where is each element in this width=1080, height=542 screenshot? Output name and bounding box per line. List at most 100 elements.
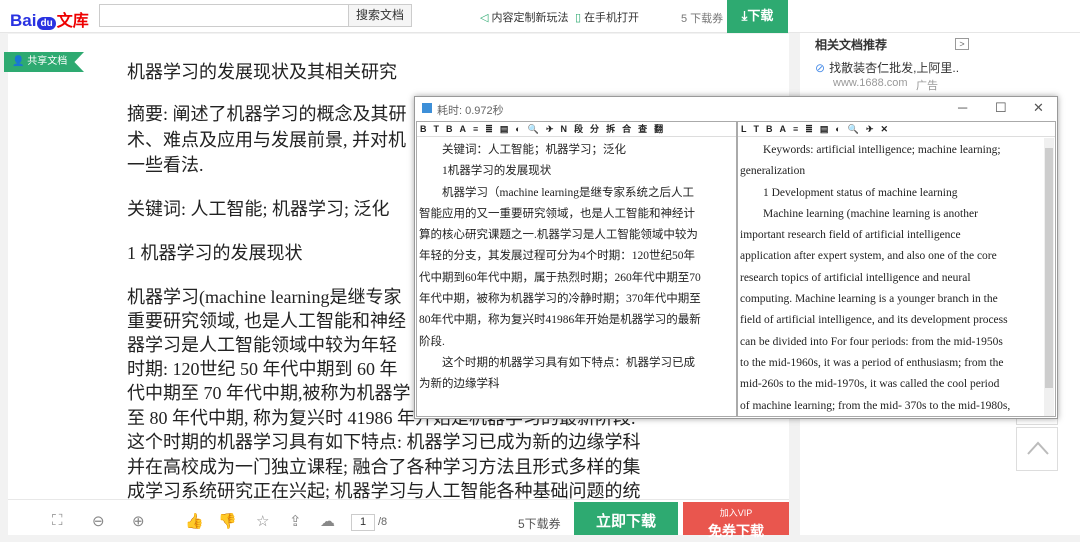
- source-line: 年代中期，被称为机器学习的冷静时期；370年代中期至: [419, 293, 701, 306]
- toolbar-button[interactable]: ≣: [485, 122, 493, 136]
- page-number-input[interactable]: 1: [351, 514, 375, 531]
- toolbar-button[interactable]: ◐: [515, 122, 520, 136]
- translation-line: Keywords: artificial intelligence; machi…: [740, 144, 1001, 156]
- collapse-icon[interactable]: >: [955, 38, 969, 50]
- thumbs-up-icon[interactable]: 👍: [185, 512, 204, 530]
- back-to-top-button[interactable]: [1016, 427, 1058, 471]
- translation-line: field of artificial intelligence, and it…: [740, 314, 1008, 327]
- toolbar-button[interactable]: B: [446, 122, 453, 136]
- source-line: 为新的边缘学科: [419, 378, 500, 391]
- doc-line: 术、难点及应用与发展前景, 并对机: [127, 130, 406, 150]
- doc-line: 1 机器学习的发展现状: [127, 243, 303, 263]
- toolbar-button[interactable]: L: [741, 122, 747, 136]
- toolbar-button[interactable]: ✈: [866, 122, 874, 136]
- toolbar-button[interactable]: 分: [590, 122, 599, 136]
- toolbar-button[interactable]: T: [434, 122, 440, 136]
- vip-download-button[interactable]: 加入VIP 免券下载: [683, 502, 789, 539]
- toolbar-button[interactable]: B: [420, 122, 427, 136]
- download-now-button[interactable]: 立即下载: [574, 502, 678, 535]
- chevron-up-icon: [1027, 441, 1049, 455]
- translation-line: mid-260s to the mid-1970s, it was called…: [740, 378, 1000, 391]
- open-on-phone-link[interactable]: ▯ 在手机打开: [575, 9, 639, 25]
- toolbar-button[interactable]: B: [766, 122, 773, 136]
- translation-line: Machine learning (machine learning is an…: [740, 207, 978, 220]
- source-pane[interactable]: B T B A ≡ ≣ ▤ ◐ 🔍 ✈ N 段分拆合查翻 关键词：人工智能；机器学习；泛化 1机器学习…: [416, 121, 737, 417]
- toolbar-button[interactable]: 查: [638, 122, 647, 136]
- translation-text: Keywords: artificial intelligence; machi…: [740, 140, 1011, 416]
- zoom-out-icon[interactable]: ⊖: [92, 512, 105, 530]
- toolbar-button[interactable]: ▤: [500, 122, 509, 136]
- translation-line: application after expert system, and als…: [740, 250, 997, 263]
- download-button[interactable]: ⤓下载: [727, 0, 788, 33]
- custom-content-link[interactable]: ◁ 内容定制新玩法: [480, 9, 568, 25]
- toolbar-button[interactable]: 拆: [606, 122, 615, 136]
- toolbar-button[interactable]: A: [780, 122, 787, 136]
- ad-link[interactable]: ⊘ 找散装杏仁批发,上阿里..: [815, 59, 959, 76]
- source-toolbar: B T B A ≡ ≣ ▤ ◐ 🔍 ✈ N 段分拆合查翻: [417, 122, 736, 137]
- doc-line: 重要研究领域, 也是人工智能和神经: [127, 311, 406, 331]
- toolbar-button[interactable]: ◐: [835, 122, 840, 136]
- star-icon[interactable]: ☆: [256, 512, 269, 530]
- source-line: 机器学习（machine learning是继专家系统之后人工: [419, 186, 695, 199]
- toolbar-button[interactable]: ≡: [473, 122, 478, 136]
- translation-line: to the mid-1960s, it was a period of ent…: [740, 356, 1004, 369]
- toolbar-button[interactable]: 🔍: [528, 122, 539, 136]
- cloud-icon[interactable]: ☁: [320, 512, 335, 530]
- toolbar-button[interactable]: T: [754, 122, 760, 136]
- coupon-count: 5 下载券: [681, 13, 724, 25]
- source-text: 关键词：人工智能；机器学习；泛化 1机器学习的发展现状 机器学习（machine…: [419, 140, 701, 396]
- ad-tag: 广告: [916, 80, 938, 92]
- doc-line: 机器学习(machine learning是继专家: [127, 287, 402, 307]
- source-line: 年轻的分支，其发展过程可分为4个时期：120世纪50年: [419, 250, 695, 263]
- translator-window: 耗时: 0.972秒 ─ ☐ ✕ B T B A ≡ ≣ ▤ ◐ 🔍 ✈ N 段分拆合查翻 关键词：人…: [414, 96, 1058, 419]
- translation-line: important research field of artificial i…: [740, 229, 961, 242]
- toolbar-button[interactable]: N: [561, 122, 568, 136]
- source-line: 代中期到60年代中期，属于热烈时期；260年代中期至70: [419, 271, 701, 284]
- thumbs-down-icon[interactable]: 👎: [218, 512, 237, 530]
- doc-title: 机器学习的发展现状及其相关研究: [127, 62, 397, 82]
- translation-line: of machine learning; from the mid- 370s …: [740, 399, 1011, 412]
- source-line: 1机器学习的发展现状: [419, 165, 552, 178]
- source-line: 阶段.: [419, 335, 445, 348]
- source-line: 智能应用的又一重要研究领域，也是人工智能和神经计: [419, 207, 695, 220]
- toolbar-button[interactable]: 段: [574, 122, 583, 136]
- fullscreen-icon[interactable]: ⛶: [52, 512, 63, 529]
- zoom-in-icon[interactable]: ⊕: [132, 512, 145, 530]
- toolbar-button[interactable]: A: [460, 122, 467, 136]
- toolbar-button[interactable]: 合: [622, 122, 631, 136]
- toolbar-button[interactable]: ✈: [546, 122, 554, 136]
- app-icon: [422, 103, 432, 113]
- doc-line: 摘要: 阐述了机器学习的概念及其研: [127, 104, 407, 124]
- user-icon: 👤: [12, 56, 25, 67]
- doc-line: 关键词: 人工智能; 机器学习; 泛化: [127, 199, 390, 219]
- ad-url: www.1688.com: [833, 77, 908, 89]
- scrollbar-thumb[interactable]: [1045, 148, 1053, 388]
- toolbar-button[interactable]: ✕: [881, 122, 889, 136]
- scrollbar[interactable]: [1044, 138, 1054, 416]
- baidu-wenku-logo[interactable]: Bai du 文库: [10, 7, 89, 31]
- doc-line: 成学习系统研究正在兴起; 机器学习与人工智能各种基础问题的统: [127, 481, 641, 499]
- toolbar-button[interactable]: ▤: [820, 122, 829, 136]
- toolbar-button[interactable]: 翻: [654, 122, 663, 136]
- bottom-coupon: 5下载券: [518, 517, 561, 531]
- doc-line: 器学习是人工智能领域中较为年轻: [127, 335, 397, 355]
- search-button[interactable]: 搜索文档: [348, 4, 412, 27]
- maximize-icon[interactable]: ☐: [995, 100, 1007, 116]
- related-docs-title: 相关文档推荐: [815, 38, 888, 52]
- window-title: 耗时: 0.972秒: [437, 105, 504, 117]
- toolbar-button[interactable]: ≡: [793, 122, 798, 136]
- link-icon: ⊘: [815, 61, 826, 75]
- translation-line: generalization: [740, 165, 806, 178]
- close-icon[interactable]: ✕: [1033, 100, 1044, 116]
- minimize-icon[interactable]: ─: [958, 100, 967, 115]
- share-icon[interactable]: ⇪: [289, 512, 302, 530]
- translator-titlebar[interactable]: 耗时: 0.972秒 ─ ☐ ✕: [415, 97, 1057, 120]
- toolbar-button[interactable]: 🔍: [848, 122, 859, 136]
- source-line: 这个时期的机器学习具有如下特点：机器学习已成: [419, 356, 695, 369]
- phone-icon: ▯: [575, 12, 582, 24]
- search-input[interactable]: [99, 4, 349, 27]
- source-line: 算的核心研究课题之一.机器学习是人工智能领域中较为: [419, 229, 698, 242]
- toolbar-button[interactable]: ≣: [805, 122, 813, 136]
- doc-line: 这个时期的机器学习具有如下特点: 机器学习已成为新的边缘学科: [127, 432, 641, 452]
- translation-pane[interactable]: L T B A ≡ ≣ ▤ ◐ 🔍 ✈ ✕ Keywords: artificial intelli…: [737, 121, 1056, 417]
